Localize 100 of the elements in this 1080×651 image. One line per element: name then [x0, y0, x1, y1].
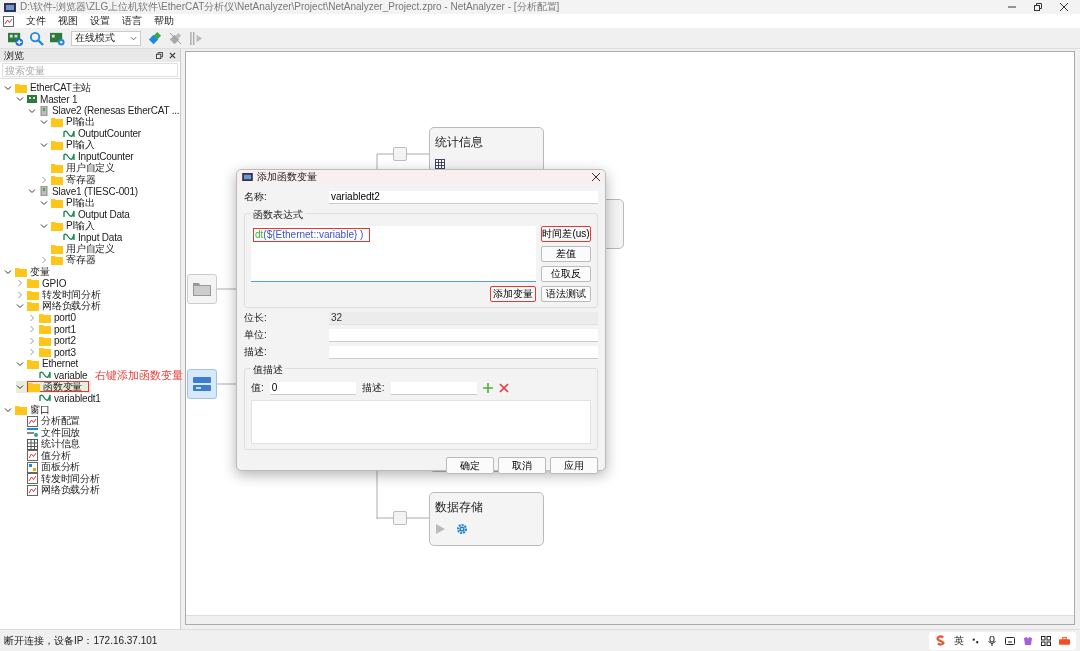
- tree-item[interactable]: PI输出: [40, 197, 97, 209]
- close-icon[interactable]: [1060, 3, 1068, 11]
- tree-item[interactable]: 寄存器: [40, 174, 98, 186]
- play-icon[interactable]: [435, 524, 445, 534]
- tree-item[interactable]: variable: [28, 369, 90, 381]
- microphone-icon[interactable]: [987, 635, 997, 646]
- tree-item[interactable]: PI输入: [40, 220, 97, 232]
- play-bars-icon[interactable]: [189, 30, 204, 46]
- grid-icon[interactable]: [1041, 635, 1051, 646]
- board-add-icon[interactable]: [8, 30, 23, 46]
- tree-item[interactable]: Ethernet: [16, 358, 81, 370]
- action-button[interactable]: 差值: [541, 246, 591, 262]
- restore-icon[interactable]: [1034, 3, 1042, 11]
- value-field[interactable]: 0: [269, 381, 356, 395]
- description-field[interactable]: [390, 381, 477, 395]
- chevron-right-icon[interactable]: [40, 256, 48, 265]
- dots-icon[interactable]: [972, 637, 979, 644]
- dialog-button[interactable]: 应用: [550, 457, 598, 474]
- tree-item[interactable]: 值分析: [16, 450, 73, 462]
- input-field[interactable]: [329, 328, 598, 342]
- tree-item[interactable]: Input Data: [52, 231, 125, 243]
- panel-title: 浏览: [4, 48, 25, 63]
- chevron-down-icon[interactable]: [40, 221, 48, 230]
- tree-item[interactable]: port0: [28, 312, 78, 324]
- tree-item[interactable]: PI输出: [40, 116, 97, 128]
- tree-item[interactable]: 面板分析: [16, 461, 83, 473]
- tree-item[interactable]: 分析配置: [16, 415, 83, 427]
- chevron-down-icon[interactable]: [16, 359, 24, 368]
- menu-item[interactable]: 语言: [122, 14, 142, 28]
- settings-icon[interactable]: [457, 524, 467, 534]
- tree-item[interactable]: EtherCAT主站: [4, 82, 94, 94]
- chevron-down-icon[interactable]: [4, 405, 12, 414]
- search-icon[interactable]: [29, 30, 44, 46]
- tree-item[interactable]: Master 1: [16, 93, 80, 105]
- tree-item[interactable]: port2: [28, 335, 78, 347]
- dialog-button[interactable]: 取消: [498, 457, 546, 474]
- tree-item[interactable]: InputCounter: [52, 151, 136, 163]
- tree-item[interactable]: GPIO: [16, 277, 69, 289]
- action-button[interactable]: 时间差(us): [541, 226, 591, 242]
- input-field[interactable]: [329, 345, 598, 359]
- chevron-right-icon[interactable]: [40, 175, 48, 184]
- tree-item[interactable]: 网络负载分析: [16, 300, 103, 312]
- toolbox-icon[interactable]: [1059, 635, 1070, 646]
- tree-item[interactable]: 窗口: [4, 404, 52, 416]
- tree-item[interactable]: 函数变量: [16, 381, 92, 393]
- tree-item[interactable]: OutputCounter: [52, 128, 143, 140]
- minimize-icon[interactable]: [1008, 3, 1016, 11]
- tree-item[interactable]: 用户自定义: [40, 243, 117, 255]
- variable-node[interactable]: [187, 369, 217, 399]
- menu-item[interactable]: 文件: [26, 14, 46, 28]
- connector-node[interactable]: [393, 147, 407, 161]
- action-button[interactable]: 位取反: [541, 266, 591, 282]
- s-logo-icon[interactable]: [935, 635, 946, 646]
- horizontal-scrollbar[interactable]: [186, 615, 1074, 624]
- add-icon[interactable]: [482, 383, 493, 393]
- tree-item[interactable]: 转发时间分析: [16, 289, 103, 301]
- dialog-button[interactable]: 确定: [446, 457, 494, 474]
- chevron-down-icon[interactable]: [16, 302, 24, 311]
- folder-node[interactable]: [187, 274, 217, 304]
- tree-item[interactable]: port1: [28, 323, 78, 335]
- board-gear-icon[interactable]: [50, 30, 65, 46]
- tree-item[interactable]: 统计信息: [16, 438, 83, 450]
- field-label: 单位:: [244, 328, 268, 342]
- mode-dropdown[interactable]: 在线模式: [71, 30, 141, 46]
- keyboard-icon[interactable]: [1005, 635, 1015, 646]
- chevron-down-icon[interactable]: [40, 141, 48, 150]
- connector-line: [216, 288, 237, 290]
- connect-icon[interactable]: [147, 30, 162, 46]
- node-card[interactable]: 数据存储: [429, 492, 544, 546]
- tree-item[interactable]: 文件回放: [16, 427, 83, 439]
- chevron-down-icon[interactable]: [16, 382, 24, 391]
- search-field[interactable]: 搜索变量: [2, 63, 178, 77]
- tree-item[interactable]: 转发时间分析: [16, 473, 102, 485]
- tree-item[interactable]: Slave2 (Renesas EtherCAT ...: [28, 105, 182, 117]
- tree-item[interactable]: 用户自定义: [40, 162, 117, 174]
- disconnect-icon[interactable]: [168, 30, 183, 46]
- tree-item[interactable]: 网络负载分析: [16, 484, 102, 496]
- action-button[interactable]: 语法测试: [541, 286, 591, 302]
- tree-item[interactable]: Slave1 (TIESC-001): [28, 185, 140, 197]
- tree-item[interactable]: PI输入: [40, 139, 97, 151]
- tree-item[interactable]: 变量: [4, 266, 52, 278]
- menu-item[interactable]: 设置: [90, 14, 110, 28]
- chevron-down-icon[interactable]: [4, 267, 12, 276]
- expression-editor[interactable]: dt(${Ethernet::variable} ): [251, 226, 536, 282]
- menu-item[interactable]: 视图: [58, 14, 78, 28]
- ime-language-label[interactable]: 英: [954, 633, 964, 648]
- connector-node[interactable]: [393, 511, 407, 525]
- menu-item[interactable]: 帮助: [154, 14, 174, 28]
- delete-icon[interactable]: [498, 383, 509, 393]
- close-icon[interactable]: [592, 173, 600, 181]
- name-field[interactable]: variabledt2: [329, 190, 598, 204]
- tree-item[interactable]: Output Data: [52, 208, 132, 220]
- tree-item[interactable]: port3: [28, 346, 78, 358]
- tree-item[interactable]: 寄存器: [40, 254, 98, 266]
- float-icon[interactable]: [156, 52, 163, 59]
- chart-icon: [27, 473, 38, 485]
- close-icon[interactable]: [169, 52, 176, 59]
- tree-item[interactable]: variabledt1: [28, 392, 103, 404]
- add-variable-button[interactable]: 添加变量: [490, 286, 536, 302]
- item-label: 函数变量: [43, 379, 83, 394]
